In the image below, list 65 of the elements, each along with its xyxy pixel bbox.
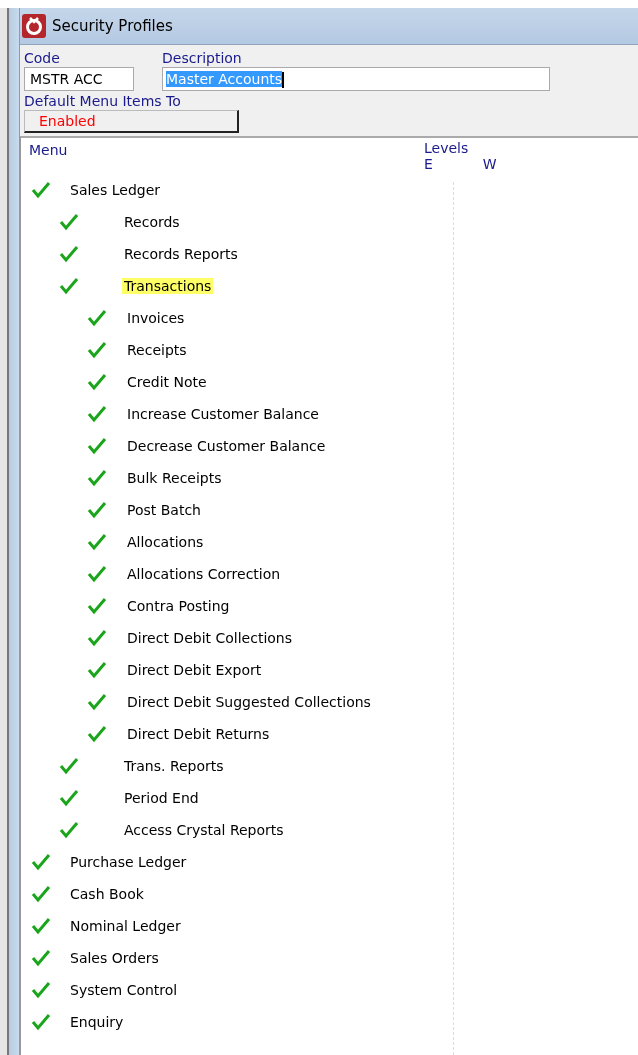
menu-tree-item[interactable]: Allocations bbox=[125, 534, 206, 550]
menu-tree-item[interactable]: Records bbox=[122, 214, 182, 230]
check-icon[interactable] bbox=[87, 565, 107, 583]
check-icon[interactable] bbox=[31, 949, 51, 967]
check-icon[interactable] bbox=[87, 629, 107, 647]
check-icon[interactable] bbox=[59, 245, 79, 263]
check-icon[interactable] bbox=[87, 533, 107, 551]
check-icon[interactable] bbox=[87, 405, 107, 423]
menu-tree-item[interactable]: Invoices bbox=[125, 310, 187, 326]
field-label: Code bbox=[24, 49, 61, 67]
menu-tree-item[interactable]: Cash Book bbox=[68, 886, 146, 902]
menu-tree-item[interactable]: Direct Debit Export bbox=[125, 662, 264, 678]
code-field[interactable]: MSTR ACC bbox=[24, 67, 134, 91]
menu-tree-item[interactable]: Transactions bbox=[122, 278, 214, 294]
check-icon[interactable] bbox=[31, 885, 51, 903]
menu-tree-item[interactable]: Access Crystal Reports bbox=[122, 822, 286, 838]
column-header: Menu bbox=[29, 141, 68, 160]
check-icon[interactable] bbox=[87, 725, 107, 743]
menu-tree-item[interactable]: Sales Ledger bbox=[68, 182, 163, 198]
check-icon[interactable] bbox=[31, 917, 51, 935]
menu-tree-item[interactable]: Records Reports bbox=[122, 246, 240, 262]
column-header: W bbox=[482, 156, 497, 172]
check-icon[interactable] bbox=[59, 213, 79, 231]
menu-tree-item[interactable]: Nominal Ledger bbox=[68, 918, 183, 934]
check-icon[interactable] bbox=[87, 373, 107, 391]
check-icon[interactable] bbox=[87, 693, 107, 711]
menu-tree-item[interactable]: Contra Posting bbox=[125, 598, 232, 614]
menu-tree-item[interactable]: Bulk Receipts bbox=[125, 470, 224, 486]
menu-tree-item[interactable]: Direct Debit Returns bbox=[125, 726, 272, 742]
check-icon[interactable] bbox=[87, 661, 107, 679]
check-icon[interactable] bbox=[31, 981, 51, 999]
menu-tree-item[interactable]: Credit Note bbox=[125, 374, 209, 390]
menu-tree-item[interactable]: Direct Debit Suggested Collections bbox=[125, 694, 373, 710]
menu-tree-item[interactable]: Purchase Ledger bbox=[68, 854, 189, 870]
default-toggle-button[interactable]: Enabled bbox=[24, 110, 239, 133]
menu-tree-item[interactable]: System Control bbox=[68, 982, 180, 998]
check-icon[interactable] bbox=[87, 309, 107, 327]
field-label: Description bbox=[162, 49, 243, 67]
check-icon[interactable] bbox=[59, 277, 79, 295]
window-title: Security Profiles bbox=[52, 17, 173, 35]
column-header: Levels bbox=[424, 139, 469, 156]
check-icon[interactable] bbox=[31, 1013, 51, 1031]
menu-tree-item[interactable]: Increase Customer Balance bbox=[125, 406, 321, 422]
menu-tree-item[interactable]: Post Batch bbox=[125, 502, 203, 518]
menu-tree-item[interactable]: Trans. Reports bbox=[122, 758, 226, 774]
menu-tree-item[interactable]: Sales Orders bbox=[68, 950, 161, 966]
menu-tree-item[interactable]: Decrease Customer Balance bbox=[125, 438, 328, 454]
check-icon[interactable] bbox=[59, 757, 79, 775]
check-icon[interactable] bbox=[87, 341, 107, 359]
check-icon[interactable] bbox=[59, 789, 79, 807]
menu-tree-item[interactable]: Enquiry bbox=[68, 1014, 126, 1030]
field-label: Default Menu Items To bbox=[24, 92, 182, 110]
menu-tree-item[interactable]: Allocations Correction bbox=[125, 566, 283, 582]
check-icon[interactable] bbox=[87, 597, 107, 615]
column-header: E bbox=[424, 156, 433, 172]
menu-tree-item[interactable]: Receipts bbox=[125, 342, 189, 358]
menu-tree-item[interactable]: Direct Debit Collections bbox=[125, 630, 295, 646]
app-logo-icon bbox=[22, 14, 46, 38]
menu-tree-item[interactable]: Period End bbox=[122, 790, 201, 806]
check-icon[interactable] bbox=[31, 181, 51, 199]
check-icon[interactable] bbox=[31, 853, 51, 871]
check-icon[interactable] bbox=[87, 437, 107, 455]
check-icon[interactable] bbox=[87, 469, 107, 487]
check-icon[interactable] bbox=[87, 501, 107, 519]
check-icon[interactable] bbox=[59, 821, 79, 839]
